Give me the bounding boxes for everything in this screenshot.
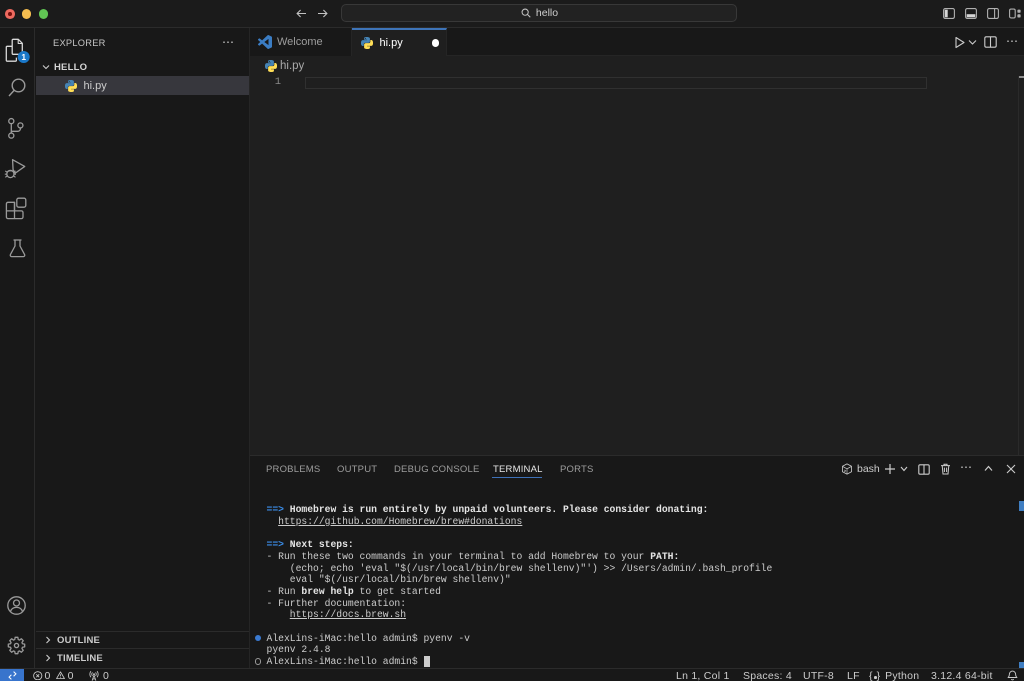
svg-text:1: 1 — [21, 52, 26, 62]
